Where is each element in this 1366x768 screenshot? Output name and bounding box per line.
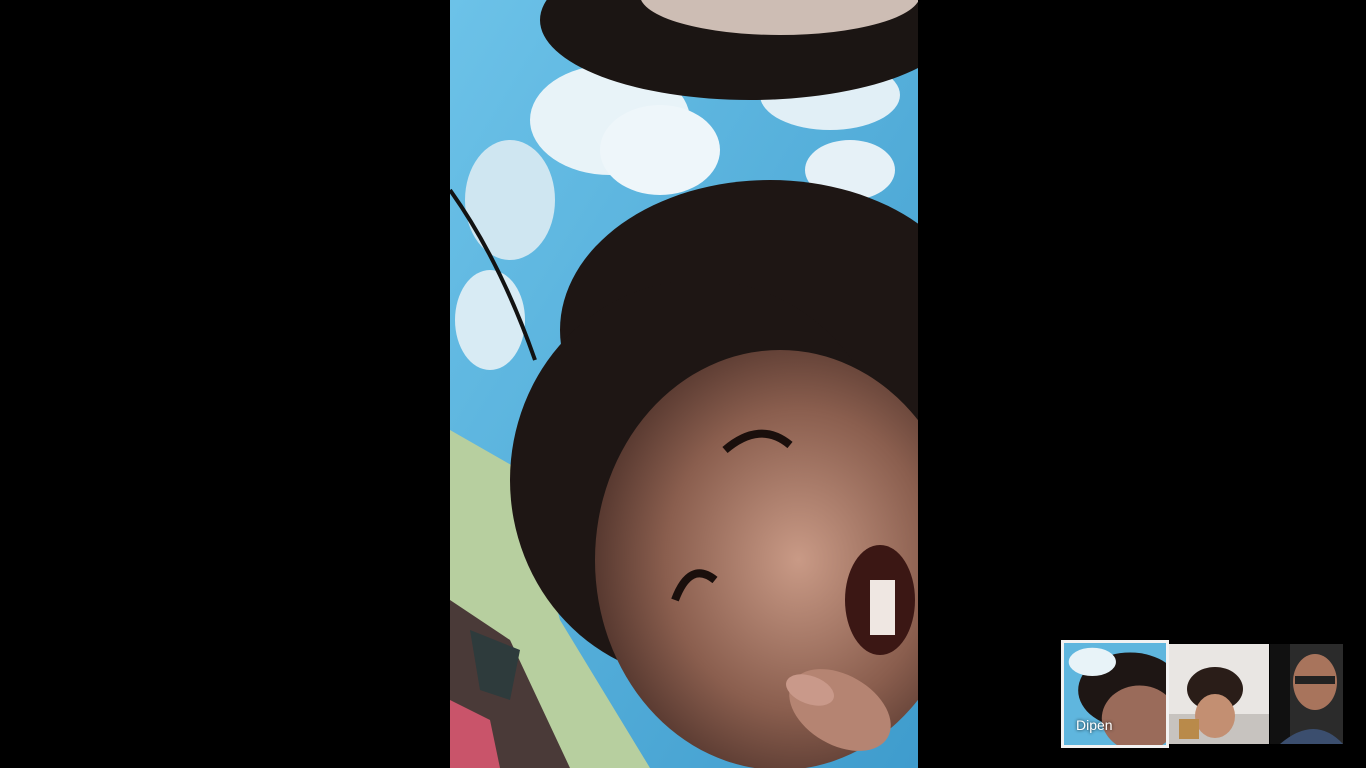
participant-video-thumbnail [1270, 644, 1343, 744]
participant-thumbnail-self[interactable] [1270, 644, 1343, 744]
participant-thumbnail-dipen[interactable]: Dipen [1061, 640, 1169, 748]
main-video-feed[interactable] [450, 0, 918, 768]
participant-thumbnail-child[interactable] [1169, 644, 1269, 744]
main-video-image [450, 0, 918, 768]
participant-video-thumbnail [1169, 644, 1269, 744]
video-call-stage: Dipen [0, 0, 1366, 768]
participant-filmstrip: Dipen [1061, 640, 1343, 748]
participant-name-label: Dipen [1076, 717, 1113, 733]
